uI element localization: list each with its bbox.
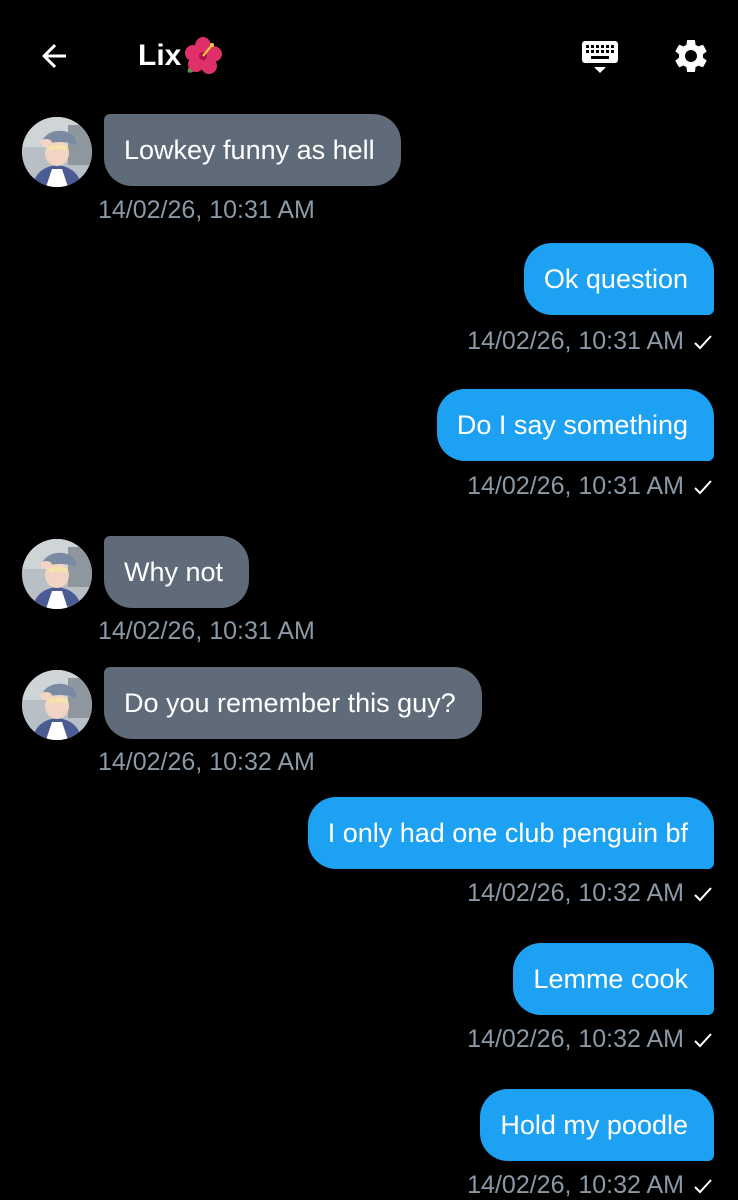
conversation-header: Lix (0, 0, 738, 110)
message-text: Why not (124, 556, 224, 587)
avatar[interactable] (22, 539, 92, 609)
conversation-title[interactable]: Lix (138, 34, 223, 78)
avatar-image (22, 670, 92, 740)
timestamp-text: 14/02/26, 10:32 AM (467, 1171, 684, 1199)
timestamp-text: 14/02/26, 10:32 AM (467, 1025, 684, 1053)
message-timestamp: 14/02/26, 10:32 AM (467, 1171, 714, 1200)
avatar[interactable] (22, 117, 92, 187)
back-button[interactable] (30, 32, 78, 80)
message-text: Do I say something (456, 409, 688, 440)
message-timestamp: 14/02/26, 10:32 AM (467, 879, 714, 908)
message-row: Ok question 14/02/26, 10:31 AM (0, 243, 738, 358)
message-bubble[interactable]: Do I say something (436, 389, 714, 461)
message-bubble[interactable]: Why not (104, 536, 250, 608)
keyboard-button[interactable] (576, 32, 624, 80)
avatar[interactable] (22, 670, 92, 740)
message-text: Lemme cook (533, 963, 688, 994)
message-text: Do you remember this guy? (124, 687, 456, 718)
message-row: Hold my poodle 14/02/26, 10:32 AM (0, 1089, 738, 1200)
message-text: Ok question (543, 263, 688, 294)
avatar-image (22, 539, 92, 609)
message-bubble[interactable]: I only had one club penguin bf (307, 797, 714, 869)
check-icon (694, 1178, 712, 1193)
message-timestamp: 14/02/26, 10:32 AM (467, 1025, 714, 1054)
message-bubble[interactable]: Hold my poodle (480, 1089, 714, 1161)
arrow-left-icon (42, 44, 66, 68)
message-bubble[interactable]: Lemme cook (513, 943, 714, 1015)
check-icon (694, 886, 712, 901)
contact-name: Lix (138, 39, 182, 72)
message-timestamp: 14/02/26, 10:32 AM (98, 748, 315, 776)
message-timestamp: 14/02/26, 10:31 AM (98, 617, 315, 645)
check-icon (694, 1032, 712, 1047)
message-timestamp: 14/02/26, 10:31 AM (98, 196, 315, 224)
check-icon (694, 479, 712, 494)
message-timestamp: 14/02/26, 10:31 AM (467, 472, 714, 501)
avatar-image (22, 117, 92, 187)
hibiscus-emoji-icon (185, 37, 223, 74)
message-timestamp: 14/02/26, 10:31 AM (467, 327, 714, 356)
message-row: Do I say something 14/02/26, 10:31 AM (0, 389, 738, 504)
timestamp-text: 14/02/26, 10:31 AM (467, 472, 684, 500)
message-text: Lowkey funny as hell (124, 134, 375, 165)
message-bubble[interactable]: Do you remember this guy? (104, 667, 482, 739)
message-bubble[interactable]: Ok question (523, 243, 714, 315)
check-icon (694, 334, 712, 349)
message-row: I only had one club penguin bf 14/02/26,… (0, 797, 738, 912)
timestamp-text: 14/02/26, 10:31 AM (467, 327, 684, 355)
gear-icon (675, 39, 707, 72)
message-row: Lemme cook 14/02/26, 10:32 AM (0, 943, 738, 1058)
timestamp-text: 14/02/26, 10:32 AM (467, 879, 684, 907)
keyboard-icon (582, 41, 618, 73)
message-row: Why not 14/02/26, 10:31 AM (0, 535, 738, 650)
settings-button[interactable] (666, 32, 716, 80)
message-row: Do you remember this guy? 14/02/26, 10:3… (0, 666, 738, 781)
message-row: Lowkey funny as hell 14/02/26, 10:31 AM (0, 112, 738, 224)
message-text: Hold my poodle (500, 1109, 688, 1140)
message-text: I only had one club penguin bf (327, 817, 688, 848)
message-bubble[interactable]: Lowkey funny as hell (104, 114, 401, 186)
